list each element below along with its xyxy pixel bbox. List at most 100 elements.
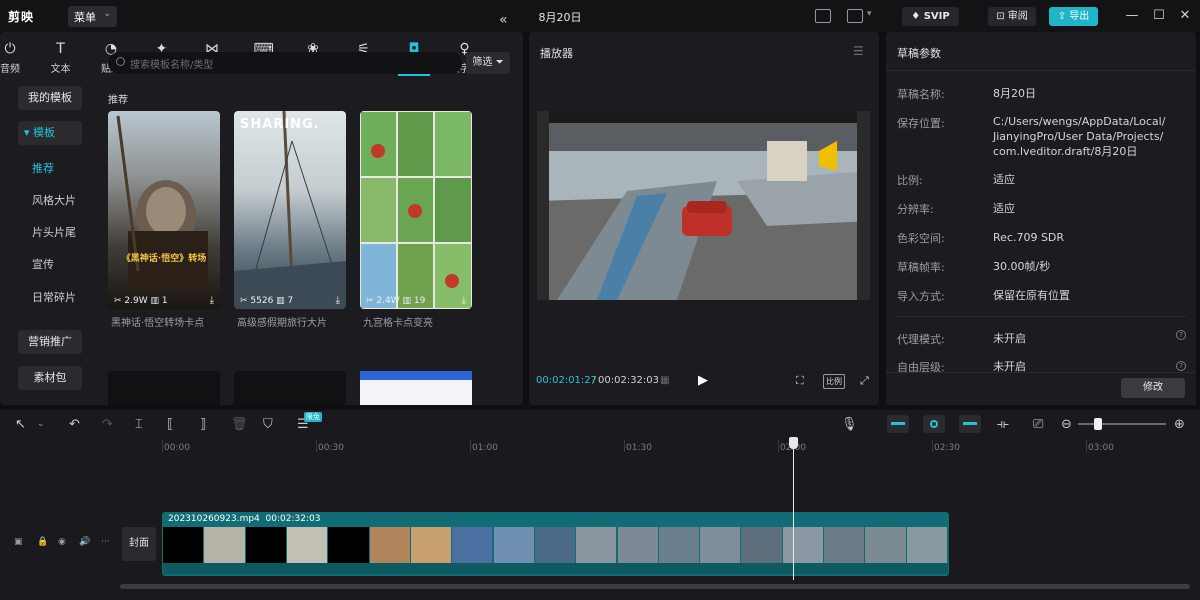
fullscreen-icon[interactable]: ⤢ [860, 374, 869, 388]
ruler-label: 03:00 [1088, 443, 1114, 453]
playhead-handle[interactable] [789, 437, 798, 449]
select-dropdown-icon[interactable]: ⌄ [37, 419, 45, 429]
download-icon[interactable]: ⤓ [462, 295, 466, 306]
ratio-button[interactable]: 比例 [823, 374, 845, 389]
clip-label: 202310260923.mp4 00:02:32:03 [168, 514, 321, 524]
close-icon[interactable]: ✕ [1177, 8, 1193, 23]
visibility-icon[interactable]: ◉ [58, 537, 66, 547]
template-card[interactable] [360, 371, 472, 405]
template-card[interactable]: SHARING. ✂ 5526 ▥ 7 ⤓ [234, 111, 346, 309]
zoom-out-icon[interactable]: ⊖ [1061, 417, 1072, 432]
template-overlay-text: 《黑神话·悟空》转场 [121, 254, 207, 264]
layout-dropdown-icon[interactable]: ▾ [867, 9, 872, 19]
export-button[interactable]: ⇪ 导出 [1049, 7, 1098, 26]
sidebar-item-style[interactable]: 风格大片 [32, 192, 76, 208]
delete-icon: 🗑 [231, 417, 248, 432]
menu-button[interactable]: 菜单 ⌄ [68, 6, 117, 27]
template-card[interactable]: 《黑神话·悟空》转场 ✂ 2.9W ▥ 1 ⤓ [108, 111, 220, 309]
clip-frame [824, 527, 865, 563]
layout-icon[interactable] [847, 9, 863, 23]
playhead[interactable] [793, 440, 794, 580]
ruler-tick [778, 440, 779, 452]
active-tab-underline [398, 74, 430, 76]
player-title: 播放器 [540, 47, 573, 60]
redo-icon: ↷ [102, 417, 113, 432]
prop-value: C:/Users/wengs/AppData/Local/JianyingPro… [993, 115, 1166, 158]
zoom-slider-handle[interactable] [1094, 418, 1102, 430]
collapse-panel-icon[interactable]: « [499, 12, 508, 28]
free-badge: 限免 [304, 412, 322, 422]
template-stats: ✂ 5526 ▥ 7 [240, 296, 294, 306]
more-icon[interactable]: ··· [101, 537, 110, 547]
search-input[interactable]: 搜索模板名称/类型 [108, 52, 462, 74]
lock-icon[interactable]: 🔒 [37, 537, 48, 547]
window-title: 8月20日 [538, 11, 582, 24]
template-card[interactable] [234, 371, 346, 405]
split-right-icon[interactable]: ⟧ [200, 417, 206, 432]
clip-frame [576, 527, 617, 563]
marketing-button[interactable]: 营销推广 [18, 330, 82, 354]
clip-frame [369, 527, 410, 563]
properties-title: 草稿参数 [897, 47, 941, 60]
review-button[interactable]: ⊡ 审阅 [988, 7, 1036, 26]
select-tool-icon[interactable]: ↖ [15, 417, 26, 432]
snapshot-icon[interactable]: ⎚ [1033, 417, 1043, 432]
audio-icon: ⏻ [4, 41, 16, 57]
help-icon[interactable]: ? [1176, 330, 1186, 340]
filter-button[interactable]: 筛选 ⏷ [466, 52, 510, 74]
ruler-tick [470, 440, 471, 452]
prop-value: 8月20日 [993, 87, 1036, 100]
help-icon[interactable]: ? [1176, 361, 1186, 371]
tab-text[interactable]: T 文本 [37, 36, 85, 76]
prop-value: 适应 [993, 173, 1015, 186]
volume-icon[interactable]: 🔊 [79, 537, 90, 547]
track-toggle-icon[interactable]: ▣ [14, 537, 23, 547]
sidebar-item-intro-outro[interactable]: 片头片尾 [32, 224, 76, 240]
timeline-scrollbar[interactable] [120, 584, 1190, 589]
ruler-label: 01:00 [472, 443, 498, 453]
prop-key: 草稿名称: [897, 88, 945, 101]
sidebar-item-recommended[interactable]: 推荐 [32, 160, 54, 176]
minimize-icon[interactable]: — [1124, 8, 1140, 23]
ruler-tick [316, 440, 317, 452]
mark-icon[interactable]: ⛉ [263, 417, 273, 432]
split-icon[interactable]: ⌶ [135, 417, 143, 432]
sidebar-item-daily[interactable]: 日常碎片 [32, 289, 76, 305]
my-templates-button[interactable]: 我的模板 [18, 86, 82, 110]
template-stats: ✂ 2.4W ▥ 19 [366, 296, 426, 306]
template-caption: 黑神话·悟空转场卡点 [111, 318, 205, 329]
record-mic-icon[interactable]: 🎙 [841, 417, 858, 432]
split-left-icon[interactable]: ⟦ [167, 417, 173, 432]
preview-axis-icon[interactable]: ⟛ [997, 417, 1009, 432]
template-card[interactable]: ✂ 2.4W ▥ 19 ⤓ [360, 111, 472, 309]
zoom-in-icon[interactable]: ⊕ [1174, 417, 1185, 432]
shortcut-icon[interactable] [815, 9, 831, 23]
maximize-icon[interactable]: ☐ [1151, 8, 1167, 23]
sidebar-item-promo[interactable]: 宣传 [32, 256, 54, 272]
fullscreen-crop-icon[interactable]: ⛶ [796, 374, 804, 388]
template-card[interactable] [108, 371, 220, 405]
prop-key: 色彩空间: [897, 232, 945, 245]
material-pack-button[interactable]: 素材包 [18, 366, 82, 390]
auto-snap-icon[interactable] [923, 415, 945, 433]
template-thumbnail [361, 112, 471, 308]
video-preview[interactable] [537, 111, 870, 300]
template-category[interactable]: ▾ 模板 [18, 121, 82, 145]
section-title: 推荐 [108, 95, 128, 106]
clip-frame [617, 527, 658, 563]
timeline-grid-icon[interactable]: ▦ [660, 375, 669, 386]
svip-button[interactable]: ♦ SVIP [902, 7, 959, 26]
tab-audio[interactable]: ⏻ 音频 [0, 36, 34, 76]
modify-button[interactable]: 修改 [1121, 378, 1185, 398]
main-track-magnet-icon[interactable] [887, 415, 909, 433]
player-menu-icon[interactable]: ☰ [853, 44, 864, 58]
play-button[interactable]: ▶ [698, 373, 708, 388]
template-caption: 高级感假期旅行大片 [237, 318, 327, 329]
cover-button[interactable]: 封面 [122, 527, 156, 561]
clip-frame [204, 527, 245, 563]
undo-icon[interactable]: ↶ [69, 417, 80, 432]
zoom-slider[interactable] [1078, 423, 1166, 425]
download-icon[interactable]: ⤓ [336, 295, 340, 306]
download-icon[interactable]: ⤓ [210, 295, 214, 306]
linkage-icon[interactable] [959, 415, 981, 433]
